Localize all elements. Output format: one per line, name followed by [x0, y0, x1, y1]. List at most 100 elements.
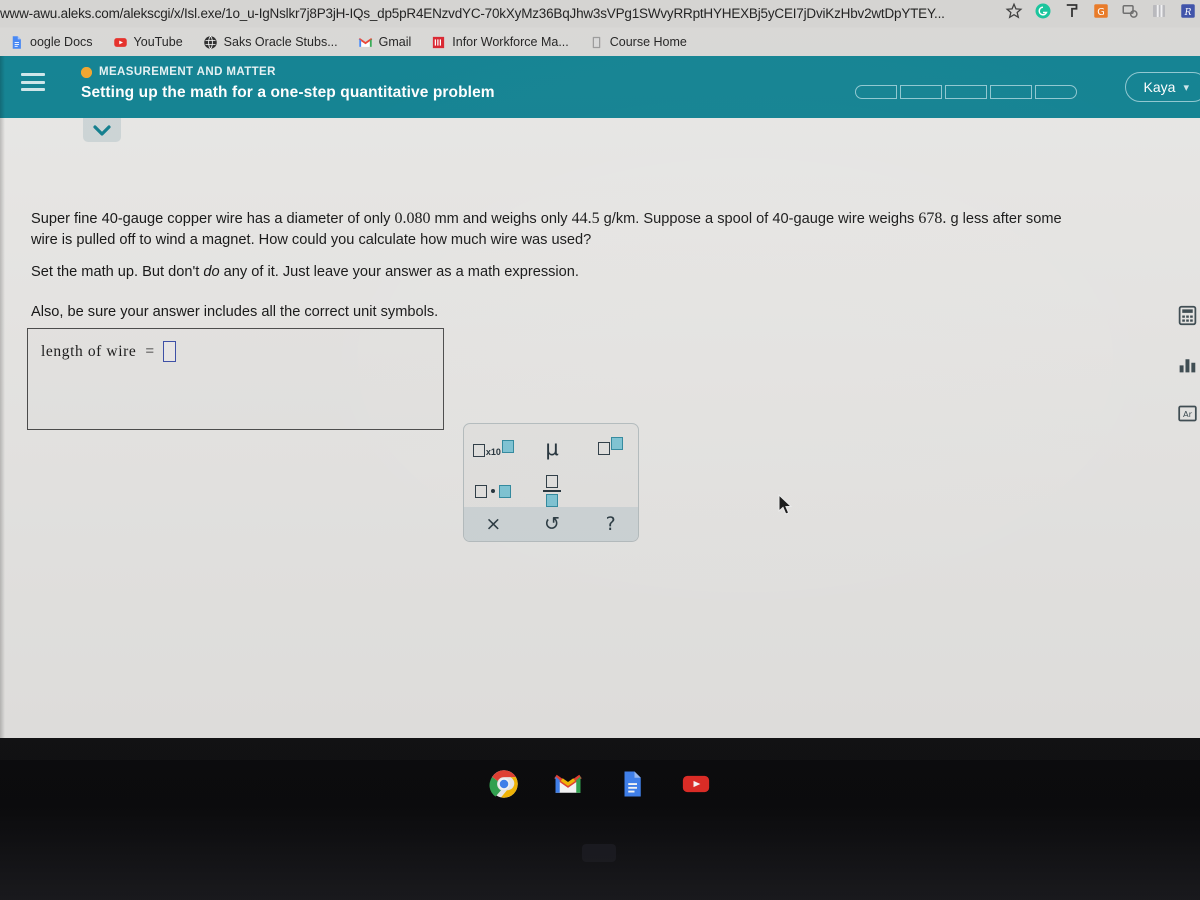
youtube-icon[interactable] [681, 769, 711, 799]
topic-label: MEASUREMENT AND MATTER [99, 66, 276, 78]
exponent-square-icon [501, 439, 514, 453]
instruction-line-1: Set the math up. But don't do any of it.… [31, 262, 579, 283]
progress-segment [945, 85, 987, 99]
help-button[interactable]: ? [581, 507, 638, 541]
hamburger-icon[interactable] [21, 73, 45, 91]
instruction1-a: Set the math up. But don't [31, 264, 204, 280]
gmail-icon[interactable] [553, 769, 583, 799]
calculator-icon[interactable] [1177, 305, 1198, 326]
globe-icon [203, 35, 217, 49]
url-text[interactable]: www-awu.aleks.com/alekscgi/x/Isl.exe/1o_… [0, 6, 945, 21]
micro-prefix-button[interactable]: μ [523, 428, 582, 468]
mass-lost-value: 678. [918, 210, 947, 227]
right-square-icon [499, 484, 512, 498]
palette-action-row: × ↺ ? [464, 507, 638, 541]
google-docs-icon [12, 35, 21, 49]
bar-chart-icon[interactable] [1177, 354, 1198, 375]
tool-rail: Ar [1177, 305, 1198, 424]
question-text: Super fine 40-gauge copper wire has a di… [31, 208, 1171, 251]
book-icon [592, 36, 600, 48]
answer-row: length of wire = [41, 341, 177, 362]
bookmark-label: Infor Workforce Ma... [452, 35, 569, 49]
bookmark-infor-workforce[interactable]: Infor Workforce Ma... [431, 35, 579, 50]
svg-text:R: R [1184, 8, 1192, 18]
bookmark-label: Course Home [609, 35, 687, 49]
periodic-table-icon[interactable]: Ar [1177, 403, 1198, 424]
bookmark-label: Saks Oracle Stubs... [223, 35, 338, 49]
progress-segment [900, 85, 942, 99]
base-square-icon [598, 441, 611, 455]
grammarly-icon[interactable] [1034, 2, 1052, 20]
chrome-icon[interactable] [489, 769, 519, 799]
svg-text:G: G [1097, 7, 1105, 18]
bookmarks-bar: oogle Docs YouTube Saks Oracle Stubs... … [0, 28, 1200, 56]
browser-action-icons: G R [1005, 2, 1200, 20]
chevron-down-icon [93, 124, 111, 136]
bookmark-label: Gmail [378, 35, 412, 49]
bookmark-label: oogle Docs [30, 35, 93, 49]
palette-row-1: x10 μ [464, 428, 638, 468]
os-taskbar [0, 760, 1200, 900]
answer-input-slot[interactable] [163, 341, 177, 362]
user-name: Kaya [1143, 79, 1176, 95]
mass-rate-value: 44.5 [571, 210, 600, 227]
question-line1-a: Super fine 40-gauge copper wire has a di… [31, 211, 395, 227]
topic-dot-icon [81, 66, 92, 78]
equals-sign: = [145, 342, 155, 360]
progress-segment [990, 85, 1032, 99]
question-line1-b: mm and weighs only [430, 211, 572, 227]
orange-extension-icon[interactable]: G [1092, 2, 1110, 20]
bookmark-course-home[interactable]: Course Home [589, 35, 698, 50]
gray-extension-icon[interactable] [1150, 2, 1168, 20]
question-content: Super fine 40-gauge copper wire has a di… [0, 142, 1200, 702]
chevron-down-icon: ▾ [1183, 81, 1189, 94]
question-line2: wire is pulled off to wind a magnet. How… [31, 232, 592, 248]
photo-edge-shadow [0, 56, 5, 738]
clear-button[interactable]: × [464, 507, 523, 541]
gmail-icon [358, 37, 372, 47]
bookmark-youtube[interactable]: YouTube [113, 35, 194, 50]
diameter-value: 0.080 [394, 210, 431, 227]
mu-glyph: μ [545, 436, 559, 460]
star-icon[interactable] [1005, 2, 1023, 20]
page-title: Setting up the math for a one-step quant… [81, 84, 495, 101]
screenshot-extension-icon[interactable] [1121, 2, 1139, 20]
math-symbol-palette: x10 μ × ↺ ? [463, 423, 639, 542]
collapse-question-button[interactable] [83, 118, 121, 142]
scientific-notation-button[interactable]: x10 [464, 428, 523, 468]
exponent-button[interactable] [581, 428, 638, 468]
multiply-dot-icon [491, 489, 496, 493]
user-menu-button[interactable]: Kaya ▾ [1124, 72, 1200, 102]
bookmark-google-docs[interactable]: oogle Docs [9, 35, 104, 50]
answer-label: length of wire [41, 342, 137, 360]
exponent-square-icon [611, 436, 624, 450]
multiplication-button[interactable] [464, 471, 523, 511]
progress-segment [1035, 85, 1077, 99]
bookmark-gmail[interactable]: Gmail [358, 35, 423, 50]
google-docs-icon[interactable] [617, 769, 647, 799]
numerator-square-icon [546, 475, 558, 489]
bookmark-label: YouTube [133, 35, 183, 49]
blue-extension-icon[interactable]: R [1179, 2, 1197, 20]
fraction-button[interactable] [523, 471, 582, 511]
progress-bar [855, 85, 1077, 99]
taskbar-icons [0, 760, 1200, 808]
palette-row-2 [464, 471, 638, 511]
address-bar[interactable]: www-awu.aleks.com/alekscgi/x/Isl.exe/1o_… [0, 0, 1200, 27]
palette-empty-cell [581, 471, 638, 511]
browser-chrome: www-awu.aleks.com/alekscgi/x/Isl.exe/1o_… [0, 0, 1200, 56]
taskbar-reflection [582, 844, 616, 862]
question-line1-c: g/km. Suppose a spool of 40-gauge wire w… [599, 211, 919, 227]
answer-input-box[interactable]: length of wire = [27, 328, 444, 430]
fraction-bar-icon [543, 490, 561, 492]
undo-button[interactable]: ↺ [523, 507, 582, 541]
instruction-line-2: Also, be sure your answer includes all t… [31, 304, 439, 320]
screen-photograph: www-awu.aleks.com/alekscgi/x/Isl.exe/1o_… [0, 0, 1200, 900]
pocket-icon[interactable] [1063, 2, 1081, 20]
aleks-page: MEASUREMENT AND MATTER Setting up the ma… [0, 56, 1200, 816]
header-titles: MEASUREMENT AND MATTER Setting up the ma… [81, 66, 495, 102]
placeholder-square-icon [472, 443, 485, 457]
bookmark-saks-oracle-stubs[interactable]: Saks Oracle Stubs... [203, 35, 349, 50]
svg-text:Ar: Ar [1183, 409, 1193, 419]
x10-label: x10 [485, 446, 501, 457]
